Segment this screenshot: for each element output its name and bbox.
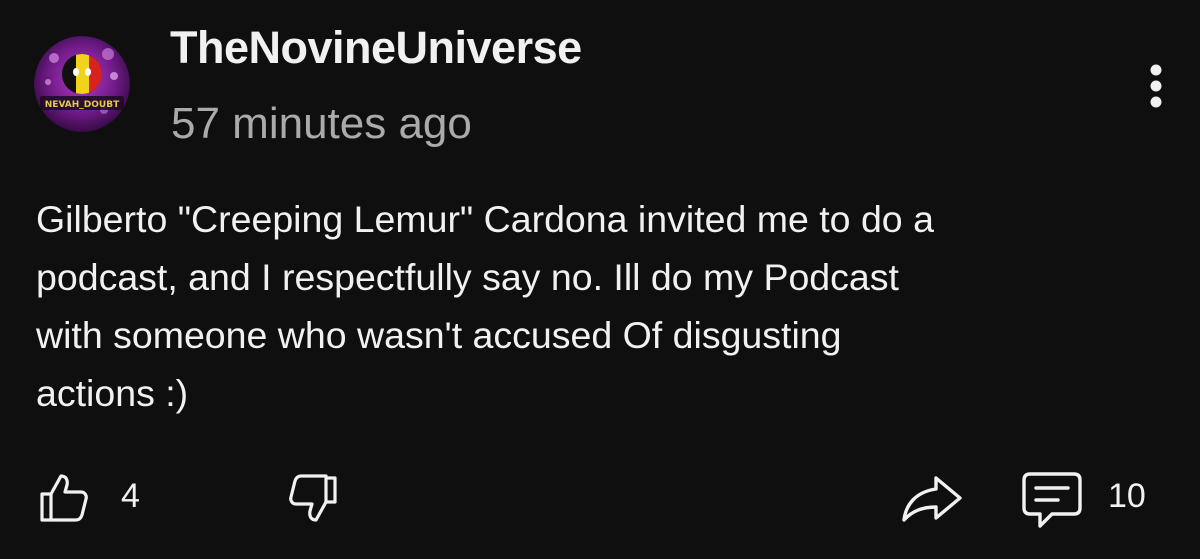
post-timestamp[interactable]: 57 minutes ago [171,99,472,149]
avatar-badge-text: NEVAH_DOUBT [45,100,120,110]
comment-count: 10 [1108,477,1146,515]
thumbs-up-icon [40,474,88,522]
dislike-button[interactable] [282,470,342,526]
comments-button[interactable] [1018,468,1086,532]
like-count: 4 [121,477,140,515]
author-name[interactable]: TheNovineUniverse [170,22,582,74]
more-options-button[interactable] [1136,60,1176,116]
thumbs-down-icon [289,474,337,522]
post-body-text: Gilberto "Creeping Lemur" Cardona invite… [36,198,934,414]
more-vertical-icon [1150,64,1162,108]
share-arrow-icon [902,476,962,522]
share-button[interactable] [896,470,968,526]
comment-icon [1022,472,1082,528]
like-button[interactable] [36,470,92,526]
avatar-image: NEVAH_DOUBT [34,36,130,132]
community-post: NEVAH_DOUBT TheNovineUniverse 57 minutes… [0,0,1200,559]
channel-avatar[interactable]: NEVAH_DOUBT [34,36,130,132]
